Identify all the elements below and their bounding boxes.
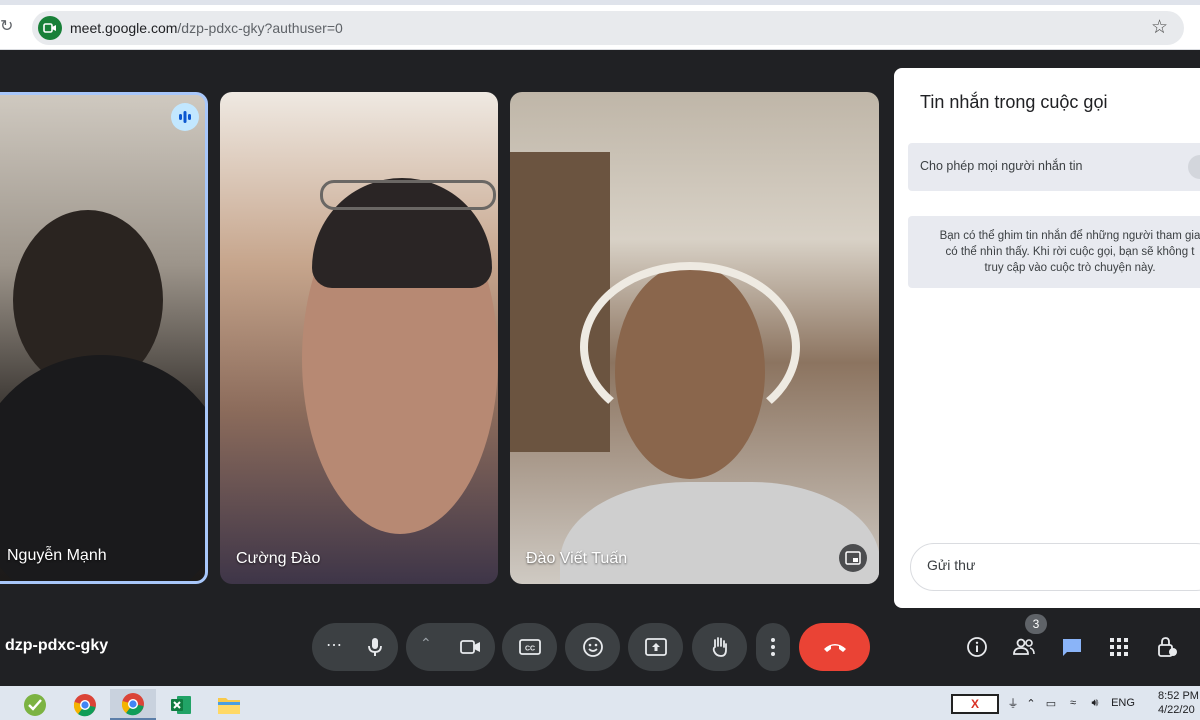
participant-body	[560, 482, 879, 584]
tray-expand-chevron-icon[interactable]: ⌃	[1022, 697, 1040, 710]
more-vert-icon	[771, 638, 775, 656]
more-options-button[interactable]	[756, 623, 790, 671]
taskbar-warning-icon[interactable]: X	[951, 694, 999, 714]
battery-icon[interactable]: ▭	[1040, 697, 1062, 710]
host-controls-button[interactable]	[1151, 631, 1183, 663]
speaking-indicator-icon	[171, 103, 199, 131]
allow-messaging-toggle[interactable]	[1188, 155, 1200, 179]
video-options-chevron-icon[interactable]: ⌃	[420, 635, 432, 652]
pin-info-box: Bạn có thể ghim tin nhắn để những người …	[908, 216, 1200, 288]
participant-glasses	[320, 180, 496, 210]
camera-button[interactable]	[456, 633, 486, 661]
chrome-icon	[73, 693, 96, 716]
apps-grid-icon	[1110, 638, 1128, 656]
svg-text:CC: CC	[524, 646, 534, 653]
captions-icon: CC	[518, 639, 541, 655]
tab-strip	[0, 0, 1200, 5]
url-path: /dzp-pdxc-gky?authuser=0	[177, 20, 343, 36]
taskbar-excel[interactable]	[158, 689, 204, 720]
power-plug-icon[interactable]: ⏚	[1004, 695, 1022, 711]
present-screen-button[interactable]	[628, 623, 683, 671]
participant-name: Cường Đào	[236, 550, 321, 567]
panel-title: Tin nhắn trong cuộc gọi	[920, 92, 1108, 112]
picture-in-picture-icon[interactable]	[839, 544, 867, 572]
present-icon	[644, 638, 667, 656]
participant-name: Đào Viết Tuấn	[526, 550, 628, 567]
taskbar-chrome-active[interactable]	[110, 689, 156, 720]
url-host: meet.google.com	[70, 20, 178, 36]
info-text-line: truy cập vào cuộc trò chuyện này.	[984, 262, 1156, 274]
system-clock[interactable]: 8:52 PM 4/22/20	[1158, 689, 1199, 717]
wifi-icon[interactable]: ≈	[1062, 697, 1084, 709]
browser-toolbar: ↻ meet.google.com/dzp-pdxc-gky?authuser=…	[0, 0, 1200, 50]
speaker-icon[interactable]: 🔊︎	[1084, 697, 1106, 710]
info-text-line: có thể nhìn thấy. Khi rời cuộc gọi, bạn …	[945, 246, 1195, 258]
allow-messaging-row[interactable]: Cho phép mọi người nhắn tin	[908, 143, 1200, 191]
microphone-icon	[368, 638, 382, 656]
people-icon	[1013, 638, 1035, 655]
hang-up-icon	[823, 644, 846, 652]
system-tray: ⏚ ⌃ ▭ ≈ 🔊︎ ENG	[1004, 686, 1140, 720]
meet-site-icon	[38, 16, 62, 40]
bookmark-star-icon[interactable]: ☆	[1151, 17, 1168, 39]
leave-call-button[interactable]	[799, 623, 870, 671]
info-text-line: Bạn có thể ghim tin nhắn để những người …	[939, 230, 1200, 242]
clock-date: 4/22/20	[1158, 704, 1195, 716]
chat-icon	[1063, 639, 1081, 656]
camera-control-group: ⌃	[406, 623, 495, 671]
reload-icon[interactable]: ↻	[0, 18, 16, 36]
excel-icon	[171, 695, 191, 714]
app-check-icon	[24, 693, 46, 716]
captions-button[interactable]: CC	[502, 623, 557, 671]
info-icon	[967, 637, 987, 657]
chrome-icon	[121, 692, 144, 715]
reactions-button[interactable]	[565, 623, 620, 671]
participant-tile-1[interactable]: Nguyễn Mạnh	[0, 92, 208, 584]
input-language[interactable]: ENG	[1106, 697, 1140, 709]
windows-taskbar: X ⏚ ⌃ ▭ ≈ 🔊︎ ENG 8:52 PM 4/22/20	[0, 686, 1200, 720]
folder-icon	[218, 697, 240, 714]
participant-name: Nguyễn Mạnh	[7, 547, 107, 564]
message-input[interactable]	[927, 557, 1187, 573]
people-button[interactable]	[1008, 631, 1040, 663]
meeting-code: dzp-pdxc-gky	[5, 637, 109, 654]
microphone-button[interactable]	[360, 633, 390, 661]
send-message-field[interactable]	[910, 543, 1200, 591]
mic-control-group: ⋯	[312, 623, 398, 671]
taskbar-file-explorer[interactable]	[206, 689, 252, 720]
chat-button[interactable]	[1056, 631, 1088, 663]
raise-hand-button[interactable]	[692, 623, 747, 671]
lock-person-icon	[1158, 637, 1177, 657]
clock-time: 8:52 PM	[1158, 690, 1199, 702]
activities-button[interactable]	[1103, 631, 1135, 663]
meeting-details-button[interactable]	[961, 631, 993, 663]
allow-messaging-label: Cho phép mọi người nhắn tin	[920, 159, 1083, 173]
taskbar-app-1[interactable]	[12, 689, 58, 720]
taskbar-chrome[interactable]	[62, 689, 108, 720]
address-bar[interactable]: meet.google.com/dzp-pdxc-gky?authuser=0 …	[32, 11, 1184, 45]
emoji-icon	[582, 637, 603, 657]
audio-options-button[interactable]: ⋯	[326, 635, 342, 655]
raise-hand-icon	[712, 637, 727, 657]
participant-tile-3[interactable]: Đào Viết Tuấn	[510, 92, 879, 584]
participant-tile-2[interactable]: Cường Đào	[220, 92, 498, 584]
url-text[interactable]: meet.google.com/dzp-pdxc-gky?authuser=0	[70, 20, 343, 36]
camera-icon	[460, 640, 480, 654]
headphones	[580, 262, 800, 432]
in-call-messages-panel: Tin nhắn trong cuộc gọi Cho phép mọi ngư…	[894, 68, 1200, 608]
meet-stage: Nguyễn Mạnh Cường Đào Đào Viết Tuấn Tin …	[0, 51, 1200, 685]
